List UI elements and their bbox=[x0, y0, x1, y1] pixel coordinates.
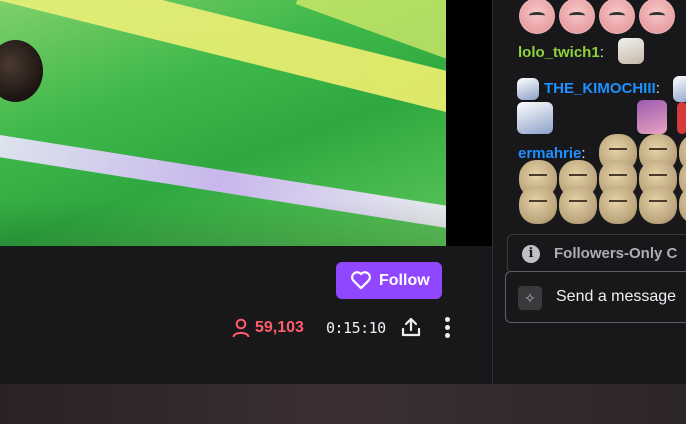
video-frame-detail bbox=[0, 200, 446, 246]
viewer-count-value: 59,103 bbox=[255, 319, 304, 336]
emote-icon bbox=[599, 186, 637, 224]
stream-uptime: 0:15:10 bbox=[326, 319, 386, 337]
emote-icon bbox=[677, 102, 686, 134]
follow-button-label: Follow bbox=[379, 272, 430, 289]
emote-icon bbox=[618, 38, 644, 64]
followers-only-notice: i Followers-Only C bbox=[507, 234, 686, 274]
emote-icon bbox=[519, 0, 555, 34]
emote-icon bbox=[639, 186, 677, 224]
chat-username[interactable]: THE_KIMOCHIII: bbox=[544, 80, 660, 97]
emote-icon bbox=[673, 76, 686, 102]
emote-icon bbox=[519, 186, 557, 224]
chat-input[interactable]: ✧ Send a message bbox=[505, 271, 686, 323]
more-options-icon[interactable] bbox=[440, 316, 456, 340]
dot bbox=[445, 325, 450, 330]
emote-icon bbox=[639, 0, 675, 34]
follow-button[interactable]: Follow bbox=[336, 262, 442, 299]
person-icon bbox=[232, 318, 250, 338]
info-icon: i bbox=[522, 245, 540, 263]
dot bbox=[445, 317, 450, 322]
emote-icon bbox=[637, 100, 667, 134]
badge-icon bbox=[517, 78, 539, 100]
bottom-strip bbox=[0, 384, 686, 424]
emote-icon bbox=[599, 0, 635, 34]
sparkle-icon[interactable]: ✧ bbox=[518, 286, 542, 310]
video-letterbox bbox=[446, 0, 492, 246]
emote-icon bbox=[559, 186, 597, 224]
video-frame-detail bbox=[0, 40, 43, 102]
emote-icon bbox=[679, 186, 686, 224]
share-icon[interactable] bbox=[400, 316, 422, 338]
video-player[interactable] bbox=[0, 0, 446, 246]
emote-icon bbox=[517, 102, 553, 134]
heart-icon bbox=[351, 271, 371, 290]
chat-input-placeholder: Send a message bbox=[556, 288, 677, 305]
emote-icon bbox=[559, 0, 595, 34]
chat-panel: lolo_twich1: THE_KIMOCHIII: ermahrie: bbox=[493, 0, 686, 384]
followers-only-label: Followers-Only C bbox=[554, 245, 678, 262]
dot bbox=[445, 333, 450, 338]
chat-username[interactable]: lolo_twich1: bbox=[518, 44, 604, 61]
